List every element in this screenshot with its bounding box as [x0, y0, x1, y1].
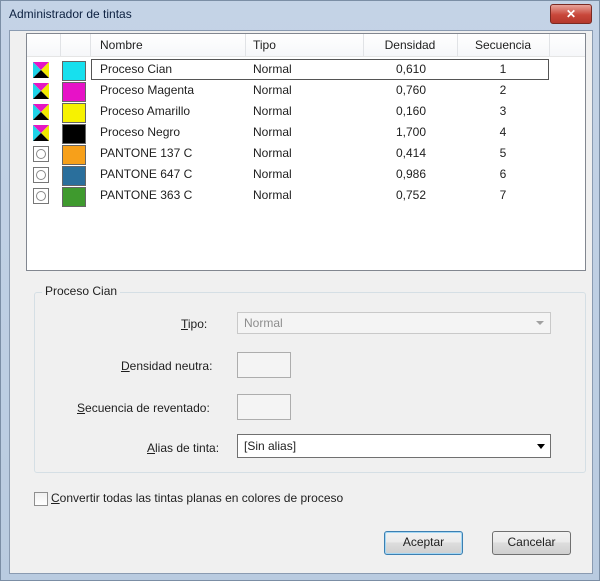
group-title: Proceso Cian [42, 284, 121, 298]
window-title: Administrador de tintas [9, 7, 132, 21]
ink-color-swatch [62, 166, 86, 186]
ink-sequence: 3 [499, 104, 507, 118]
tipo-label-mnemonic: T [181, 317, 188, 331]
densidad-label-mnemonic: D [121, 359, 130, 373]
ink-sequence: 5 [499, 146, 507, 160]
alias-label-text: lias de tinta: [155, 441, 220, 455]
ink-sequence: 7 [499, 188, 507, 202]
ink-sequence: 2 [499, 83, 507, 97]
ink-color-swatch [62, 124, 86, 144]
close-button[interactable]: ✕ [550, 4, 592, 24]
ink-row[interactable]: Proceso Cian Normal 0,610 1 [27, 59, 585, 81]
ink-color-swatch [62, 145, 86, 165]
ink-color-swatch [62, 61, 86, 81]
ink-color-swatch [62, 103, 86, 123]
spot-ink-icon [33, 167, 49, 183]
secuencia-label-text: ecuencia de reventado: [85, 401, 210, 415]
ink-density: 0,760 [395, 83, 427, 97]
ink-density: 1,700 [395, 125, 427, 139]
secuencia-label: Secuencia de reventado: [77, 401, 210, 415]
ink-density: 0,986 [395, 167, 427, 181]
densidad-label-text: ensidad neutra: [129, 359, 213, 373]
ink-name: PANTONE 647 C [100, 167, 193, 181]
alias-label-mnemonic: A [147, 441, 156, 455]
close-icon: ✕ [565, 7, 577, 21]
ink-row[interactable]: PANTONE 137 C Normal 0,414 5 [27, 143, 585, 165]
ink-name: Proceso Cian [100, 62, 173, 76]
ink-name: PANTONE 363 C [100, 188, 193, 202]
alias-label: Alias de tinta: [147, 441, 219, 455]
ink-name: PANTONE 137 C [100, 146, 193, 160]
ink-color-swatch [62, 187, 86, 207]
column-header-secuencia[interactable]: Secuencia [457, 34, 550, 56]
ink-type: Normal [253, 167, 292, 181]
ink-color-swatch [62, 82, 86, 102]
ink-density: 0,752 [395, 188, 427, 202]
convert-spot-checkbox[interactable] [34, 492, 48, 506]
header-swatch-col [60, 34, 91, 56]
tipo-label: Tipo: [181, 317, 207, 331]
header-icon-col [27, 34, 61, 56]
convert-spot-label[interactable]: Convertir todas las tintas planas en col… [51, 491, 343, 505]
ink-density: 0,414 [395, 146, 427, 160]
tipo-select: Normal [237, 312, 551, 334]
secuencia-field [237, 394, 291, 420]
ink-sequence: 1 [499, 62, 507, 76]
secuencia-label-mnemonic: S [77, 401, 86, 415]
column-header-tipo[interactable]: Tipo [245, 34, 364, 56]
ok-button[interactable]: Aceptar [384, 531, 463, 555]
process-ink-icon [33, 83, 49, 99]
densidad-field [237, 352, 291, 378]
ink-manager-dialog: Administrador de tintas ✕ Nombre Tipo De… [0, 0, 600, 581]
ink-name: Proceso Negro [100, 125, 181, 139]
spot-ink-icon [33, 188, 49, 204]
chevron-down-icon[interactable] [532, 435, 550, 457]
densidad-label: Densidad neutra: [121, 359, 212, 373]
ink-row[interactable]: PANTONE 363 C Normal 0,752 7 [27, 185, 585, 207]
spot-ink-icon [33, 146, 49, 162]
ink-row[interactable]: Proceso Negro Normal 1,700 4 [27, 122, 585, 144]
alias-value: [Sin alias] [244, 439, 297, 453]
ink-density: 0,610 [395, 62, 427, 76]
cancel-button[interactable]: Cancelar [492, 531, 571, 555]
ink-sequence: 6 [499, 167, 507, 181]
ink-sequence: 4 [499, 125, 507, 139]
ink-row[interactable]: PANTONE 647 C Normal 0,986 6 [27, 164, 585, 186]
ink-type: Normal [253, 104, 292, 118]
process-ink-icon [33, 104, 49, 120]
ink-type: Normal [253, 83, 292, 97]
process-ink-icon [33, 62, 49, 78]
convert-label-mnemonic: C [51, 491, 60, 505]
ink-row[interactable]: Proceso Amarillo Normal 0,160 3 [27, 101, 585, 123]
ink-density: 0,160 [395, 104, 427, 118]
list-header: Nombre Tipo Densidad Secuencia [27, 34, 585, 57]
ink-type: Normal [253, 188, 292, 202]
tipo-label-text: ipo: [187, 317, 208, 331]
column-header-nombre[interactable]: Nombre [90, 34, 246, 56]
ink-type: Normal [253, 62, 292, 76]
convert-label-text: onvertir todas las tintas planas en colo… [59, 491, 344, 505]
chevron-down-icon [536, 321, 544, 325]
tipo-value: Normal [244, 316, 283, 330]
ink-name: Proceso Amarillo [100, 104, 191, 118]
ink-row[interactable]: Proceso Magenta Normal 0,760 2 [27, 80, 585, 102]
ink-type: Normal [253, 146, 292, 160]
alias-select[interactable]: [Sin alias] [237, 434, 551, 458]
ink-name: Proceso Magenta [100, 83, 195, 97]
process-ink-icon [33, 125, 49, 141]
ink-list[interactable]: Nombre Tipo Densidad Secuencia Proceso C… [26, 33, 586, 271]
title-bar[interactable]: Administrador de tintas ✕ [1, 1, 599, 29]
ink-type: Normal [253, 125, 292, 139]
column-header-densidad[interactable]: Densidad [363, 34, 458, 56]
